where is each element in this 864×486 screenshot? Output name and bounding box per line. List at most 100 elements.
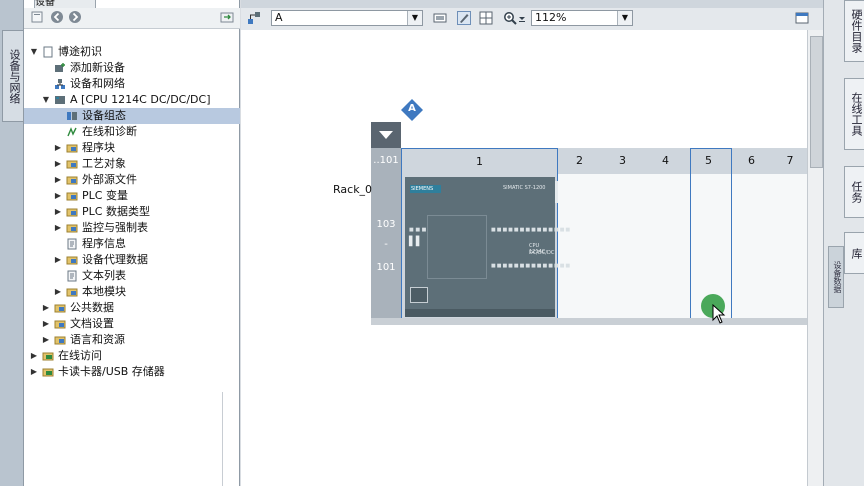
tree-item[interactable]: ▶ 程序块: [24, 140, 240, 156]
topology-icon[interactable]: [247, 11, 261, 25]
device-select-value: A: [275, 11, 283, 24]
card-reader-icon: [42, 368, 54, 377]
chevron-down-icon[interactable]: ▼: [617, 11, 632, 25]
tree-item-label: 公共数据: [70, 301, 114, 314]
collapsed-arrow-icon[interactable]: ▶: [42, 300, 50, 316]
triangle-down-icon: [379, 131, 393, 139]
tasks-tab[interactable]: 任务: [844, 166, 864, 218]
tree-item[interactable]: ▶ 工艺对象: [24, 156, 240, 172]
back-icon[interactable]: [50, 10, 64, 24]
scrollbar-thumb[interactable]: [810, 36, 823, 168]
tree-item[interactable]: 程序信息: [24, 236, 240, 252]
tree-item[interactable]: ▼ 博途初识: [24, 44, 240, 60]
tree-item[interactable]: ▶ 本地模块: [24, 284, 240, 300]
tree-item[interactable]: ▶ PLC 变量: [24, 188, 240, 204]
device-select-combo[interactable]: A ▼: [271, 10, 423, 26]
tree-item-label: A [CPU 1214C DC/DC/DC]: [70, 93, 211, 106]
device-data-tab[interactable]: 设备数据: [828, 246, 844, 308]
editor-vertical-scrollbar[interactable]: [807, 30, 824, 486]
collapsed-arrow-icon[interactable]: ▶: [54, 220, 62, 236]
zoom-level-value: 112%: [535, 11, 567, 24]
expanded-arrow-icon[interactable]: ▼: [42, 92, 50, 108]
tree-item[interactable]: 添加新设备: [24, 60, 240, 76]
slot-header[interactable]: 3: [601, 148, 645, 174]
device-view-editor: A ▼ 112% ▼ A ..101 103 - 101 Rack_0 2 3 …: [241, 0, 824, 486]
split-view-icon[interactable]: [220, 10, 234, 24]
empty-slot[interactable]: [644, 174, 688, 324]
tree-item[interactable]: ▶ PLC 数据类型: [24, 204, 240, 220]
station-badge-label: A: [408, 103, 416, 114]
window-layout-icon[interactable]: [795, 11, 809, 25]
empty-slot[interactable]: [558, 174, 602, 324]
device-canvas[interactable]: A ..101 103 - 101 Rack_0 234567 1 SIEMEN…: [241, 30, 808, 486]
program-info-icon: [67, 238, 77, 250]
new-item-icon[interactable]: [30, 10, 44, 24]
cpu-body: SIEMENS SIMATIC S7-1200 ■ ■ ■ ▌▌ ■■■■■■■…: [405, 177, 570, 317]
tree-item[interactable]: ▶ 在线访问: [24, 348, 240, 364]
mouse-cursor-icon: [712, 304, 726, 324]
collapsed-arrow-icon[interactable]: ▶: [30, 364, 38, 380]
folder-icon: [54, 320, 66, 329]
empty-slot[interactable]: [730, 174, 774, 324]
cpu-io-leds-top: ■■■■■■■■■■■■■■: [491, 227, 572, 233]
zoom-dropdown-icon[interactable]: [517, 11, 527, 25]
editor-toolbar: A ▼ 112% ▼: [241, 8, 823, 31]
rack-view-icon[interactable]: [433, 11, 447, 25]
online-tools-tab[interactable]: 在线工具: [844, 78, 864, 150]
add-device-icon: [55, 63, 65, 72]
rack-label-101: 101: [376, 262, 396, 273]
slot-header[interactable]: 7: [773, 148, 808, 174]
cpu-module[interactable]: 1 SIEMENS SIMATIC S7-1200 ■ ■ ■ ▌▌ ■■■■■…: [401, 148, 570, 324]
chevron-down-icon[interactable]: ▼: [407, 11, 422, 25]
collapsed-arrow-icon[interactable]: ▶: [42, 332, 50, 348]
forward-icon[interactable]: [68, 10, 82, 24]
tree-item[interactable]: ▼ A [CPU 1214C DC/DC/DC]: [24, 92, 240, 108]
tree-item[interactable]: 设备组态: [24, 108, 240, 124]
hardware-catalog-tab[interactable]: 硬件目录: [844, 0, 864, 62]
grid-icon[interactable]: [479, 11, 493, 25]
collapsed-arrow-icon[interactable]: ▶: [54, 172, 62, 188]
online-diagnostics-icon: [67, 127, 77, 137]
libraries-tab[interactable]: 库: [844, 232, 864, 274]
collapsed-arrow-icon[interactable]: ▶: [54, 156, 62, 172]
cpu-ethernet-port: [410, 287, 428, 303]
folder-icon: [66, 192, 78, 201]
collapsed-arrow-icon[interactable]: ▶: [42, 316, 50, 332]
collapsed-arrow-icon[interactable]: ▶: [54, 188, 62, 204]
tree-item[interactable]: 文本列表: [24, 268, 240, 284]
empty-slot[interactable]: [773, 174, 808, 324]
zoom-level-combo[interactable]: 112% ▼: [531, 10, 633, 26]
zoom-icon[interactable]: [503, 11, 517, 25]
tree-item[interactable]: ▶ 语言和资源: [24, 332, 240, 348]
tree-item[interactable]: ▶ 监控与强制表: [24, 220, 240, 236]
project-icon: [43, 46, 53, 58]
pen-tool-icon[interactable]: [457, 11, 471, 25]
expanded-arrow-icon[interactable]: ▼: [30, 44, 38, 60]
collapsed-arrow-icon[interactable]: ▶: [30, 348, 38, 364]
tree-item[interactable]: ▶ 外部源文件: [24, 172, 240, 188]
cpu-bottom-rail: [405, 309, 555, 317]
collapsed-arrow-icon[interactable]: ▶: [54, 204, 62, 220]
tree-item-label: 设备代理数据: [82, 253, 148, 266]
slot-header[interactable]: 6: [730, 148, 774, 174]
devices-networks-side-tab[interactable]: 设备与网络: [2, 30, 24, 122]
empty-slot[interactable]: [601, 174, 645, 324]
collapsed-arrow-icon[interactable]: ▶: [54, 252, 62, 268]
slot-header[interactable]: 2: [558, 148, 602, 174]
project-tree: ▼ 博途初识 添加新设备 设备和网络 ▼ A [CPU 1214C DC/DC/DC] 设备…: [24, 44, 240, 380]
tree-item[interactable]: ▶ 设备代理数据: [24, 252, 240, 268]
tree-item[interactable]: ▶ 卡读卡器/USB 存储器: [24, 364, 240, 380]
tree-item-label: 设备组态: [82, 109, 126, 122]
tree-item[interactable]: ▶ 公共数据: [24, 300, 240, 316]
rack-collapse-button[interactable]: [371, 122, 401, 148]
plc-icon: [55, 96, 65, 104]
collapsed-arrow-icon[interactable]: ▶: [54, 140, 62, 156]
tree-item[interactable]: ▶ 文档设置: [24, 316, 240, 332]
cpu-status-leds: ▌▌: [409, 237, 423, 247]
collapsed-arrow-icon[interactable]: ▶: [54, 284, 62, 300]
tree-item[interactable]: 设备和网络: [24, 76, 240, 92]
slot-header[interactable]: 4: [644, 148, 688, 174]
cpu-panel: [427, 215, 487, 279]
tree-item-label: 卡读卡器/USB 存储器: [58, 365, 165, 378]
tree-item[interactable]: 在线和诊断: [24, 124, 240, 140]
